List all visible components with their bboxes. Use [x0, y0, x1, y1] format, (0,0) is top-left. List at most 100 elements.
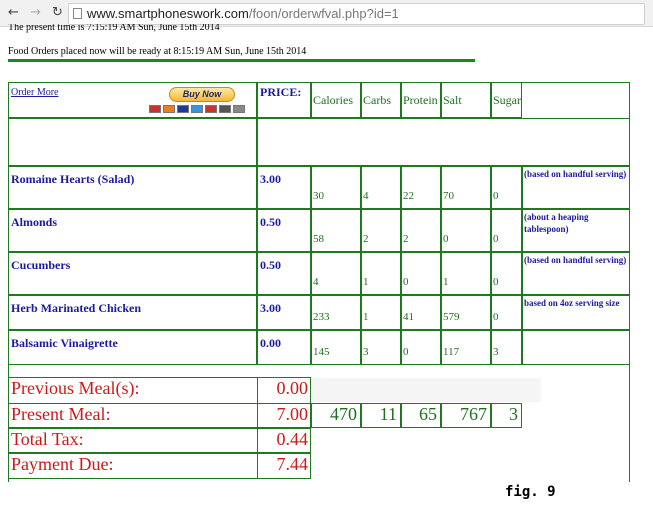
- item-salt: 117: [443, 346, 460, 358]
- price-header: PRICE:: [260, 85, 302, 99]
- total-cell: 65: [401, 403, 441, 428]
- item-protein-cell: 22: [401, 166, 441, 209]
- item-name-cell: Balsamic Vinaigrette: [8, 330, 257, 365]
- item-sugar: 0: [493, 233, 499, 245]
- present-time-text: The present time is 7:15:19 AM Sun, June…: [8, 24, 220, 33]
- item-carbs-cell: 3: [361, 330, 401, 365]
- protein-header-cell: Protein: [401, 82, 441, 118]
- item-carbs-cell: 2: [361, 209, 401, 252]
- item-name-cell: Cucumbers: [8, 252, 257, 295]
- item-protein: 0: [403, 346, 409, 358]
- item-calories: 30: [313, 190, 324, 202]
- item-price-cell: 0.50: [257, 209, 311, 252]
- figure-caption: fig. 9: [505, 484, 556, 500]
- item-calories-cell: 145: [311, 330, 361, 365]
- item-salt: 0: [443, 233, 449, 245]
- item-name: Herb Marinated Chicken: [11, 301, 141, 315]
- summary-row: Total Tax:: [8, 428, 257, 453]
- item-calories: 4: [313, 276, 319, 288]
- item-calories-cell: 58: [311, 209, 361, 252]
- salt-header-cell: Salt: [441, 82, 491, 118]
- browser-toolbar: ← → ↻ www.smartphoneswork.com/foon/order…: [0, 0, 653, 27]
- payment-cards-icon: [149, 105, 255, 113]
- item-carbs: 4: [363, 190, 369, 202]
- item-calories: 145: [313, 346, 330, 358]
- item-note: (based on handful serving): [524, 255, 627, 265]
- item-protein: 0: [403, 276, 409, 288]
- previous-meal-label: Previous Meal(s):: [11, 378, 140, 398]
- item-calories-cell: 4: [311, 252, 361, 295]
- item-protein-cell: 0: [401, 252, 441, 295]
- item-calories-cell: 233: [311, 295, 361, 330]
- total-sugar: 3: [509, 404, 518, 424]
- item-note-cell: (based on handful serving): [522, 252, 630, 295]
- back-arrow-icon[interactable]: ←: [8, 5, 19, 21]
- item-sugar-cell: 0: [491, 295, 522, 330]
- summary-cell: 7.00: [257, 403, 311, 428]
- item-sugar-cell: 3: [491, 330, 522, 365]
- previous-meal-blank: [311, 378, 541, 402]
- forward-arrow-icon[interactable]: →: [30, 5, 41, 21]
- protein-header: Protein: [403, 93, 438, 107]
- sugar-header: Sugar: [493, 93, 521, 107]
- order-more-cell: Order More Buy Now: [8, 82, 257, 118]
- summary-row: Previous Meal(s):: [8, 377, 257, 404]
- item-price: 0.50: [260, 258, 281, 272]
- previous-meal-value: 0.00: [276, 378, 309, 398]
- item-note-cell: (based on handful serving): [522, 166, 630, 209]
- total-carbs: 11: [379, 404, 397, 424]
- order-more-link[interactable]: Order More: [11, 87, 58, 98]
- item-protein: 22: [403, 190, 414, 202]
- url-path: /foon/orderwfval.php?id=1: [248, 6, 399, 21]
- item-salt: 70: [443, 190, 454, 202]
- item-sugar-cell: 0: [491, 166, 522, 209]
- item-name-cell: Almonds: [8, 209, 257, 252]
- item-salt-cell: 579: [441, 295, 491, 330]
- payment-due-value: 7.44: [276, 454, 309, 474]
- total-cell: 767: [441, 403, 491, 428]
- buy-now-button[interactable]: Buy Now: [169, 87, 235, 102]
- reload-icon[interactable]: ↻: [52, 5, 63, 21]
- item-sugar: 0: [493, 276, 499, 288]
- total-tax-value: 0.44: [276, 429, 309, 449]
- item-name: Almonds: [11, 215, 58, 229]
- item-price: 0.50: [260, 215, 281, 229]
- address-bar[interactable]: www.smartphoneswork.com/foon/orderwfval.…: [68, 3, 645, 25]
- item-price: 0.00: [260, 336, 281, 350]
- item-carbs: 1: [363, 276, 369, 288]
- item-price: 3.00: [260, 301, 281, 315]
- item-note: (based on handful serving): [524, 169, 627, 179]
- item-sugar: 3: [493, 346, 499, 358]
- item-salt-cell: 1: [441, 252, 491, 295]
- total-cell: 11: [361, 403, 401, 428]
- item-name-cell: Herb Marinated Chicken: [8, 295, 257, 330]
- summary-cell: 7.44: [257, 453, 311, 479]
- total-protein: 65: [419, 404, 437, 424]
- item-note-cell: based on 4oz serving size: [522, 295, 630, 330]
- salt-header: Salt: [443, 93, 462, 107]
- item-price: 3.00: [260, 172, 281, 186]
- item-salt: 579: [443, 311, 460, 323]
- item-note: based on 4oz serving size: [524, 298, 620, 308]
- spacer-cell: [257, 118, 630, 166]
- item-carbs-cell: 1: [361, 295, 401, 330]
- item-sugar: 0: [493, 190, 499, 202]
- item-salt-cell: 117: [441, 330, 491, 365]
- url-text[interactable]: www.smartphoneswork.com/foon/orderwfval.…: [87, 6, 399, 21]
- summary-row: Present Meal:: [8, 403, 257, 428]
- item-carbs-cell: 1: [361, 252, 401, 295]
- item-carbs: 2: [363, 233, 369, 245]
- carbs-header-cell: Carbs: [361, 82, 401, 118]
- summary-row: Payment Due:: [8, 453, 257, 479]
- item-protein: 2: [403, 233, 409, 245]
- item-protein: 41: [403, 311, 414, 323]
- item-sugar-cell: 0: [491, 252, 522, 295]
- item-price-cell: 3.00: [257, 295, 311, 330]
- page-icon: [73, 8, 82, 19]
- total-salt: 767: [460, 404, 487, 424]
- item-note: (about a heaping tablespoon): [524, 212, 589, 234]
- item-note-cell: (about a heaping tablespoon): [522, 209, 630, 252]
- total-cell: 3: [491, 403, 522, 428]
- calories-header-cell: Calories: [311, 82, 361, 118]
- green-divider: [8, 59, 475, 62]
